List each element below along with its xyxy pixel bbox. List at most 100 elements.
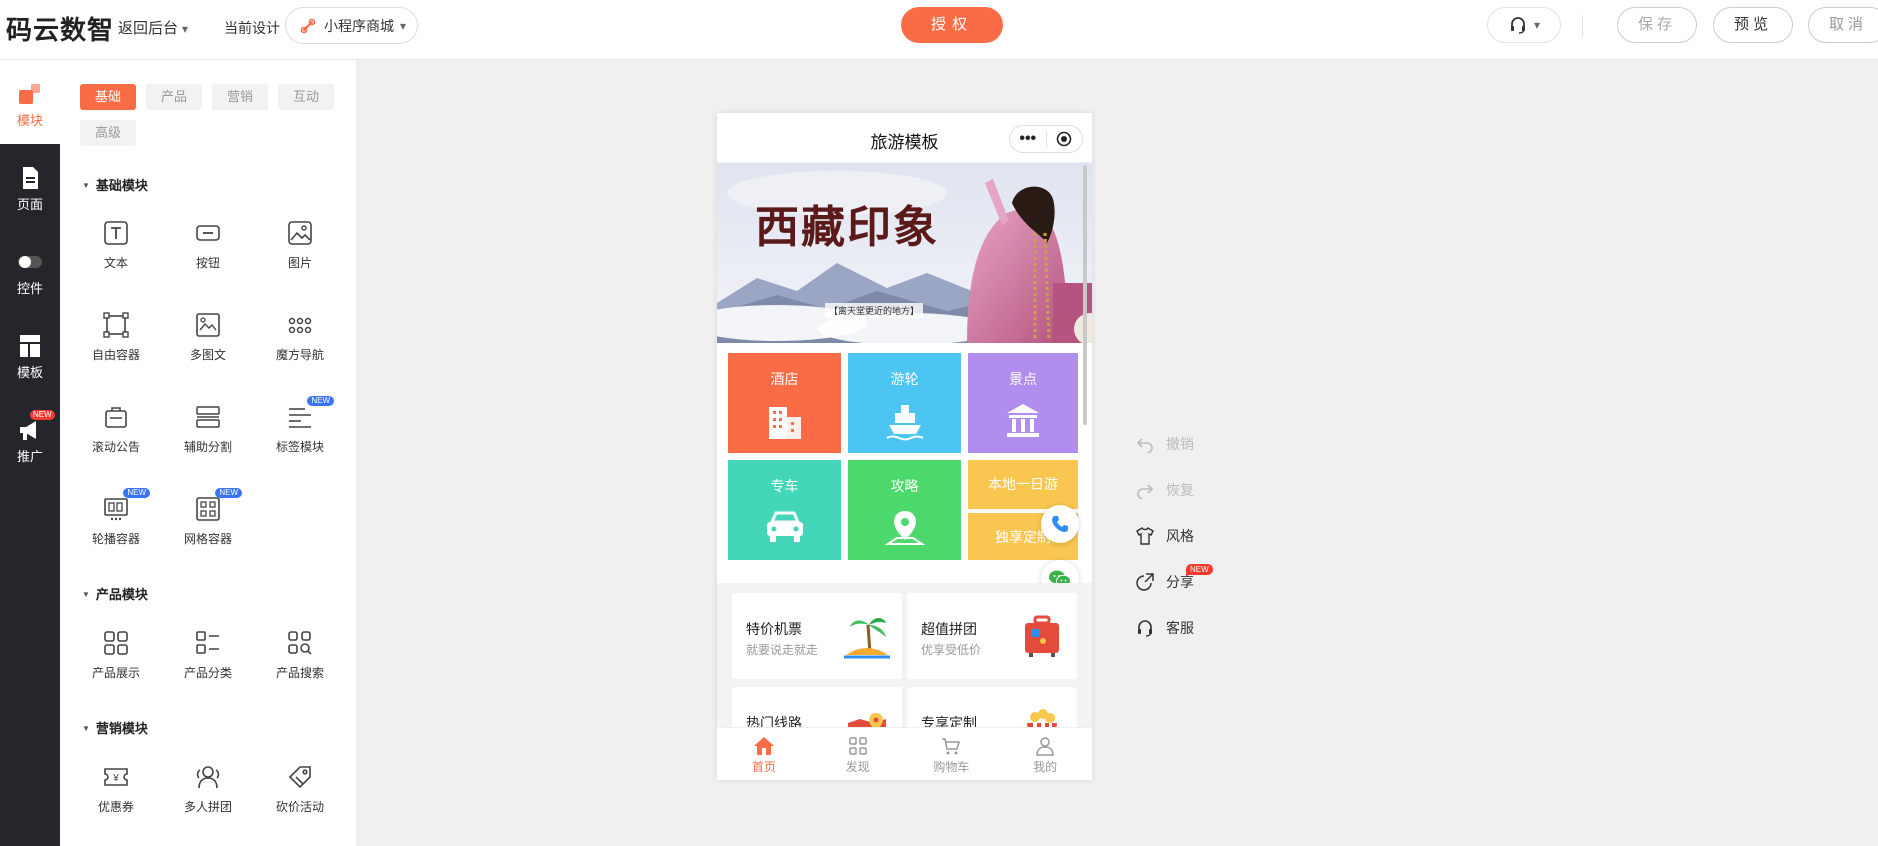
bargain-icon (288, 766, 311, 789)
module-text[interactable]: 文本 (76, 220, 156, 300)
link-icon (300, 18, 316, 33)
rail-item-templates[interactable]: 模板 (0, 312, 60, 396)
text-icon (104, 221, 128, 245)
tile-local-day-tour[interactable]: 本地一日游 (968, 460, 1078, 509)
module-label: 砍价活动 (275, 800, 324, 814)
module-image[interactable]: 图片 (260, 220, 340, 300)
tile-attraction[interactable]: 景点 (968, 353, 1078, 453)
hotel-icon (768, 407, 801, 439)
section-title-text: 产品模块 (95, 587, 148, 602)
module-coupon[interactable]: ¥ 优惠券 (76, 764, 156, 844)
tab-discover[interactable]: 发现 (811, 728, 905, 780)
module-divider[interactable]: 辅助分割 (168, 404, 248, 484)
section-title-text: 营销模块 (95, 721, 148, 736)
module-group-buy[interactable]: 多人拼团 (168, 764, 248, 844)
tab-home[interactable]: 首页 (717, 728, 811, 780)
scrollbar[interactable] (1083, 165, 1087, 425)
card-group-deals[interactable]: 超值拼团 优享受低价 (907, 593, 1077, 679)
category-list-icon (196, 631, 219, 654)
divider-icon (196, 406, 220, 428)
bottom-tab-bar: 首页 发现 购物车 我的 (717, 727, 1092, 780)
rail-item-pages[interactable]: 页面 (0, 144, 60, 228)
module-product-display[interactable]: 产品展示 (76, 630, 156, 710)
tile-label: 专车 (770, 478, 799, 494)
section-title-product[interactable]: ▼ 产品模块 (82, 584, 148, 603)
card-cheap-flights[interactable]: 特价机票 就要说走就走 (732, 593, 902, 679)
support-dropdown-button[interactable]: ▾ (1487, 7, 1561, 43)
tool-label: 客服 (1166, 620, 1194, 636)
module-bargain[interactable]: 砍价活动 (260, 764, 340, 844)
tool-label: 分享 (1166, 574, 1194, 590)
tab-product[interactable]: 产品 (146, 84, 202, 110)
authorize-button[interactable]: 授权 (901, 7, 1003, 43)
cancel-button[interactable]: 取消 (1808, 7, 1878, 43)
map-pin-icon (884, 511, 925, 545)
module-scroll-notice[interactable]: 滚动公告 (76, 404, 156, 484)
tab-advanced[interactable]: 高级 (80, 120, 136, 146)
module-tags[interactable]: NEW 标签模块 (260, 396, 340, 484)
module-carousel[interactable]: NEW 轮播容器 (76, 488, 156, 576)
module-free-container[interactable]: 自由容器 (76, 312, 156, 392)
module-label: 网格容器 (183, 532, 232, 546)
module-cube-nav[interactable]: 魔方导航 (260, 312, 340, 392)
module-product-category[interactable]: 产品分类 (168, 630, 248, 710)
tab-me[interactable]: 我的 (998, 728, 1092, 780)
module-multi-image[interactable]: 多图文 (168, 312, 248, 392)
close-target-icon[interactable] (1046, 131, 1082, 147)
card-title: 特价机票 (746, 621, 802, 637)
more-icon[interactable]: ••• (1010, 131, 1046, 147)
section-title-marketing[interactable]: ▼ 营销模块 (82, 718, 148, 737)
module-label: 轮播容器 (91, 532, 140, 546)
new-badge: NEW (215, 488, 242, 498)
back-to-admin-button[interactable]: 返回后台 ▾ (118, 17, 188, 38)
banner-image[interactable]: 西藏印象 【离天堂更近的地方】 (717, 163, 1092, 343)
module-button[interactable]: 按钮 (168, 220, 248, 300)
share-button[interactable]: NEW 分享 (1136, 564, 1213, 592)
phone-call-button[interactable] (1041, 505, 1079, 543)
tile-label: 本地一日游 (988, 476, 1058, 492)
style-button[interactable]: 风格 (1136, 526, 1194, 546)
tile-cruise[interactable]: 游轮 (848, 353, 961, 453)
tool-label: 风格 (1166, 528, 1194, 544)
mini-program-capsule[interactable]: ••• (1009, 125, 1083, 153)
save-button[interactable]: 保存 (1617, 7, 1697, 43)
section-title-basic[interactable]: ▼ 基础模块 (82, 175, 148, 194)
rail-label: 推广 (16, 449, 43, 464)
preview-button[interactable]: 预览 (1713, 7, 1793, 43)
palm-tree-icon (844, 618, 890, 659)
rail-label: 模板 (16, 365, 43, 380)
tab-basic[interactable]: 基础 (80, 84, 136, 110)
tile-hotel[interactable]: 酒店 (728, 353, 841, 453)
module-panel: 基础 产品 营销 互动 高级 ▼ 基础模块 文本 按钮 图片 自由容器 多图文 魔… (60, 60, 356, 846)
service-button[interactable]: 客服 (1136, 618, 1194, 638)
tab-label: 发现 (845, 760, 870, 774)
headset-icon (1138, 620, 1152, 637)
module-grid-container[interactable]: NEW 网格容器 (168, 488, 248, 576)
back-label: 返回后台 (118, 20, 179, 37)
program-select[interactable]: 小程序商城 ▾ (285, 7, 418, 44)
tile-car[interactable]: 专车 (728, 460, 841, 560)
rail-item-promotion[interactable]: NEW 推广 (0, 396, 60, 480)
user-icon (1036, 737, 1054, 756)
image-icon (288, 221, 312, 245)
container-icon (103, 312, 129, 338)
chevron-down-icon: ▾ (182, 22, 189, 36)
module-label: 按钮 (195, 256, 220, 270)
caret-down-icon: ▼ (82, 590, 90, 599)
current-design-label: 当前设计 (224, 20, 280, 36)
program-select-value: 小程序商城 (324, 17, 394, 34)
undo-button[interactable]: 撤销 (1136, 434, 1194, 454)
tab-cart[interactable]: 购物车 (905, 728, 999, 780)
product-search-icon (288, 631, 312, 655)
product-grid-icon (104, 631, 128, 655)
rail-item-controls[interactable]: 控件 (0, 228, 60, 312)
tab-interaction[interactable]: 互动 (278, 84, 334, 110)
rail-item-modules[interactable]: 模块 (0, 60, 60, 144)
module-label: 标签模块 (275, 440, 324, 454)
template-icon (20, 335, 40, 357)
tile-guide[interactable]: 攻略 (848, 460, 961, 560)
redo-button[interactable]: 恢复 (1136, 480, 1194, 500)
tab-marketing[interactable]: 营销 (212, 84, 268, 110)
phone-icon (1052, 516, 1068, 532)
module-product-search[interactable]: 产品搜索 (260, 630, 340, 710)
